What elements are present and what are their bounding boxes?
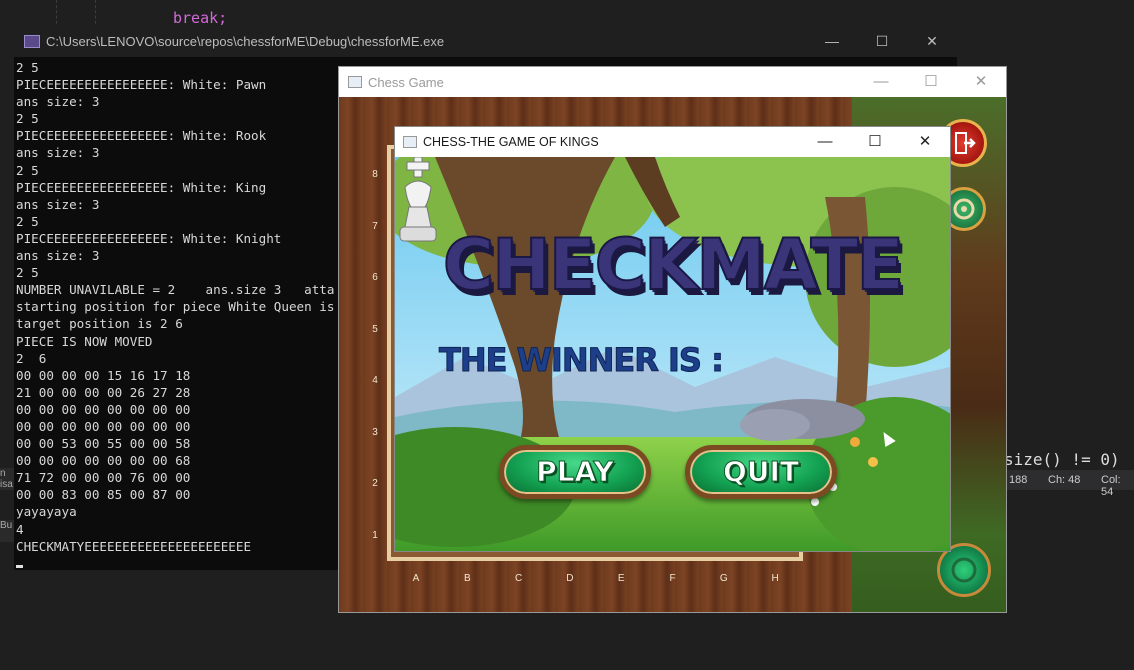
console-line: ans size: 3 <box>16 145 100 161</box>
console-line: 2 5 <box>16 162 39 178</box>
ide-left-label: n isa <box>0 468 14 490</box>
status-col: Col: 54 <box>1101 474 1121 498</box>
game-titlebar[interactable]: Chess Game — ☐ ✕ <box>339 67 1006 97</box>
console-titlebar[interactable]: C:\Users\LENOVO\source\repos\chessforME\… <box>14 25 957 57</box>
console-line: PIECEEEEEEEEEEEEEEEE: White: Pawn <box>16 77 267 93</box>
dialog-title: CHESS-THE GAME OF KINGS <box>423 135 599 149</box>
game-maximize-button[interactable]: ☐ <box>906 67 956 97</box>
file-label: E <box>617 573 625 584</box>
console-output: 2 5 PIECEEEEEEEEEEEEEEEE: White: Pawn ans … <box>16 59 334 555</box>
console-cursor <box>16 565 23 568</box>
quit-button[interactable]: QUIT <box>685 445 837 499</box>
console-line: 00 00 00 00 00 00 00 00 <box>16 418 191 434</box>
rank-label: 5 <box>372 323 378 335</box>
code-snippet-right: size() != 0) <box>1004 450 1120 469</box>
status-ch: Ch: 48 <box>1048 474 1081 486</box>
file-label: A <box>412 573 420 584</box>
console-line: 00 00 83 00 85 00 87 00 <box>16 487 191 503</box>
game-close-button[interactable]: ✕ <box>956 67 1006 97</box>
console-app-icon <box>24 34 40 48</box>
console-title: C:\Users\LENOVO\source\repos\chessforME\… <box>46 33 445 49</box>
console-line: ans size: 3 <box>16 248 100 264</box>
rank-label: 1 <box>372 529 378 541</box>
console-line: 2 5 <box>16 60 39 75</box>
console-line: starting position for piece White Queen … <box>16 299 335 315</box>
forest-scene: CHECKMATE THE WINNER IS : PLAY QUIT <box>395 157 950 551</box>
checkmate-headline: CHECKMATE <box>442 224 905 306</box>
console-line: PIECEEEEEEEEEEEEEEEE: White: King <box>16 179 267 195</box>
file-label: B <box>463 573 471 584</box>
console-line: CHECKMATYEEEEEEEEEEEEEEEEEEEEEE <box>16 538 252 554</box>
rank-label: 6 <box>372 272 378 283</box>
file-label: C <box>514 573 523 584</box>
game-minimize-button[interactable]: — <box>856 67 906 97</box>
console-maximize-button[interactable]: ☐ <box>857 25 907 57</box>
console-line: ans size: 3 <box>16 94 100 110</box>
rank-label: 8 <box>372 169 378 180</box>
console-line: 2 6 <box>16 350 47 366</box>
file-label: H <box>771 573 779 584</box>
file-label: F <box>669 573 676 584</box>
console-line: 00 00 53 00 55 00 00 58 <box>16 436 191 452</box>
console-line: 00 00 00 00 00 00 00 00 <box>16 401 191 417</box>
status-line: 188 <box>1009 474 1028 486</box>
play-button[interactable]: PLAY <box>499 445 651 499</box>
white-king-icon <box>399 157 437 242</box>
game-title: Chess Game <box>368 74 444 90</box>
file-label: D <box>566 573 574 584</box>
console-close-button[interactable]: ✕ <box>907 25 957 57</box>
console-line: PIECEEEEEEEEEEEEEEEE: White: Knight <box>16 230 282 246</box>
console-minimize-button[interactable]: — <box>807 25 857 57</box>
console-line: target position is 2 6 <box>16 316 183 332</box>
ide-status-bar: 188 Ch: 48 Col: 54 <box>1004 470 1134 498</box>
console-line: 4 <box>16 521 24 537</box>
winner-label: THE WINNER IS : <box>439 341 725 380</box>
console-line: PIECEEEEEEEEEEEEEEEE: White: Rook <box>16 128 267 144</box>
rank-label: 7 <box>372 220 378 232</box>
console-line: 00 00 00 00 00 00 00 68 <box>16 453 191 469</box>
console-line: 71 72 00 00 00 76 00 00 <box>16 470 191 486</box>
ide-left-label-bottom: Bu <box>0 520 14 542</box>
dialog-titlebar[interactable]: CHESS-THE GAME OF KINGS — ☐ ✕ <box>395 127 950 157</box>
rank-label: 3 <box>372 426 378 438</box>
dialog-maximize-button[interactable]: ☐ <box>850 127 900 157</box>
console-line: ans size: 3 <box>16 196 100 212</box>
dialog-minimize-button[interactable]: — <box>800 127 850 157</box>
file-label: G <box>719 573 728 584</box>
rank-label: 2 <box>372 478 378 489</box>
console-line: yayayaya <box>16 504 77 520</box>
checkmate-dialog[interactable]: CHESS-THE GAME OF KINGS — ☐ ✕ CHECKMATE … <box>394 126 951 552</box>
game-app-icon <box>348 76 362 88</box>
console-line: NUMBER UNAVILABLE = 2 ans.size 3 atta <box>16 282 335 298</box>
console-line: 2 5 <box>16 213 39 229</box>
console-line: 2 5 <box>16 265 39 281</box>
console-line: 2 5 <box>16 111 39 127</box>
console-line: PIECE IS NOW MOVED <box>16 333 153 349</box>
rank-label: 4 <box>372 375 378 386</box>
console-line: 21 00 00 00 00 26 27 28 <box>16 384 191 400</box>
dialog-app-icon <box>403 136 417 148</box>
restart-icon <box>951 557 977 583</box>
dialog-close-button[interactable]: ✕ <box>900 127 950 157</box>
console-line: 00 00 00 00 15 16 17 18 <box>16 367 191 383</box>
